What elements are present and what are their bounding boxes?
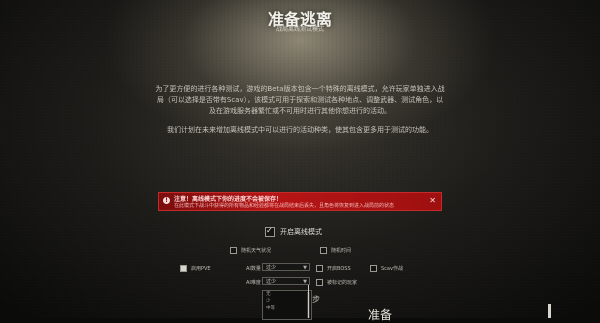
enable-pve-checkbox[interactable]: 启用PVE — [180, 265, 211, 272]
offline-mode-label: 开启离线模式 — [280, 228, 322, 236]
chevron-down-icon: ▼ — [303, 265, 307, 271]
checkbox-icon[interactable] — [316, 279, 323, 286]
dropdown-option[interactable]: 中等 — [263, 305, 311, 312]
ai-difficulty-select[interactable]: 过少 ▼ — [262, 277, 310, 285]
random-weather-label: 随机天气状况 — [241, 248, 272, 254]
ai-difficulty-value: 过少 — [266, 279, 277, 285]
warning-text: 在此模式下战斗中获得的所有物品和经验都将在战局结束后丢失，且角色将恢复到进入战局… — [174, 203, 395, 209]
page-subtitle: 战局离线测试模式 — [275, 26, 324, 33]
checkbox-icon[interactable] — [370, 265, 377, 272]
enable-pve-label: 启用PVE — [191, 266, 211, 272]
scroll-handle[interactable] — [548, 304, 551, 318]
close-icon[interactable]: ✕ — [429, 196, 436, 205]
random-time-label: 随机时间 — [331, 248, 352, 254]
description-paragraph: 我们计划在未来增加离线模式中可以进行的活动种类，使其包含更多用于测试的功能。 — [167, 126, 433, 134]
description-paragraph: 为了更方便的进行各种测试，游戏的Beta版本包含一个特殊的离线模式，允许玩家单独… — [155, 85, 445, 115]
chevron-down-icon: ▼ — [303, 279, 307, 285]
checkbox-checked-icon[interactable] — [265, 226, 275, 237]
warning-icon: ! — [163, 197, 170, 204]
checkbox-icon[interactable] — [230, 247, 237, 254]
scav-war-label: Scav作战 — [381, 266, 403, 272]
ai-amount-value: 过少 — [266, 265, 277, 271]
tagged-cursed-checkbox[interactable]: 被标记的玩家 — [316, 279, 357, 286]
tagged-cursed-label: 被标记的玩家 — [327, 280, 358, 286]
warning-banner: ! 注意！离线模式下你的进度不会被保存！ 在此模式下战斗中获得的所有物品和经验都… — [158, 192, 442, 211]
ai-amount-select[interactable]: 过少 ▼ — [262, 263, 310, 271]
dropdown-option[interactable]: 少 — [263, 298, 311, 305]
enable-boss-label: 开启BOSS — [327, 266, 351, 272]
ai-difficulty-dropdown-list[interactable]: 无 少 中等 — [262, 290, 312, 320]
dropdown-option[interactable]: 无 — [263, 291, 311, 298]
enable-boss-checkbox[interactable]: 开启BOSS — [316, 265, 351, 272]
checkbox-checked-icon[interactable] — [180, 265, 187, 272]
description: 为了更方便的进行各种测试，游戏的Beta版本包含一个特殊的离线模式，允许玩家单独… — [155, 84, 445, 144]
random-weather-checkbox[interactable]: 随机天气状况 — [230, 247, 271, 254]
checkbox-icon[interactable] — [316, 265, 323, 272]
bottom-small-text: 步 — [312, 295, 320, 304]
divider — [308, 285, 309, 318]
random-time-checkbox[interactable]: 随机时间 — [320, 247, 351, 254]
ready-title-partial: 准备 — [368, 308, 393, 322]
offline-mode-checkbox[interactable]: 开启离线模式 — [265, 226, 322, 237]
scav-war-checkbox[interactable]: Scav作战 — [370, 265, 403, 272]
ai-amount-label: AI数量 — [246, 266, 261, 272]
checkbox-icon[interactable] — [320, 247, 327, 254]
ai-difficulty-label: AI难度 — [246, 280, 261, 286]
